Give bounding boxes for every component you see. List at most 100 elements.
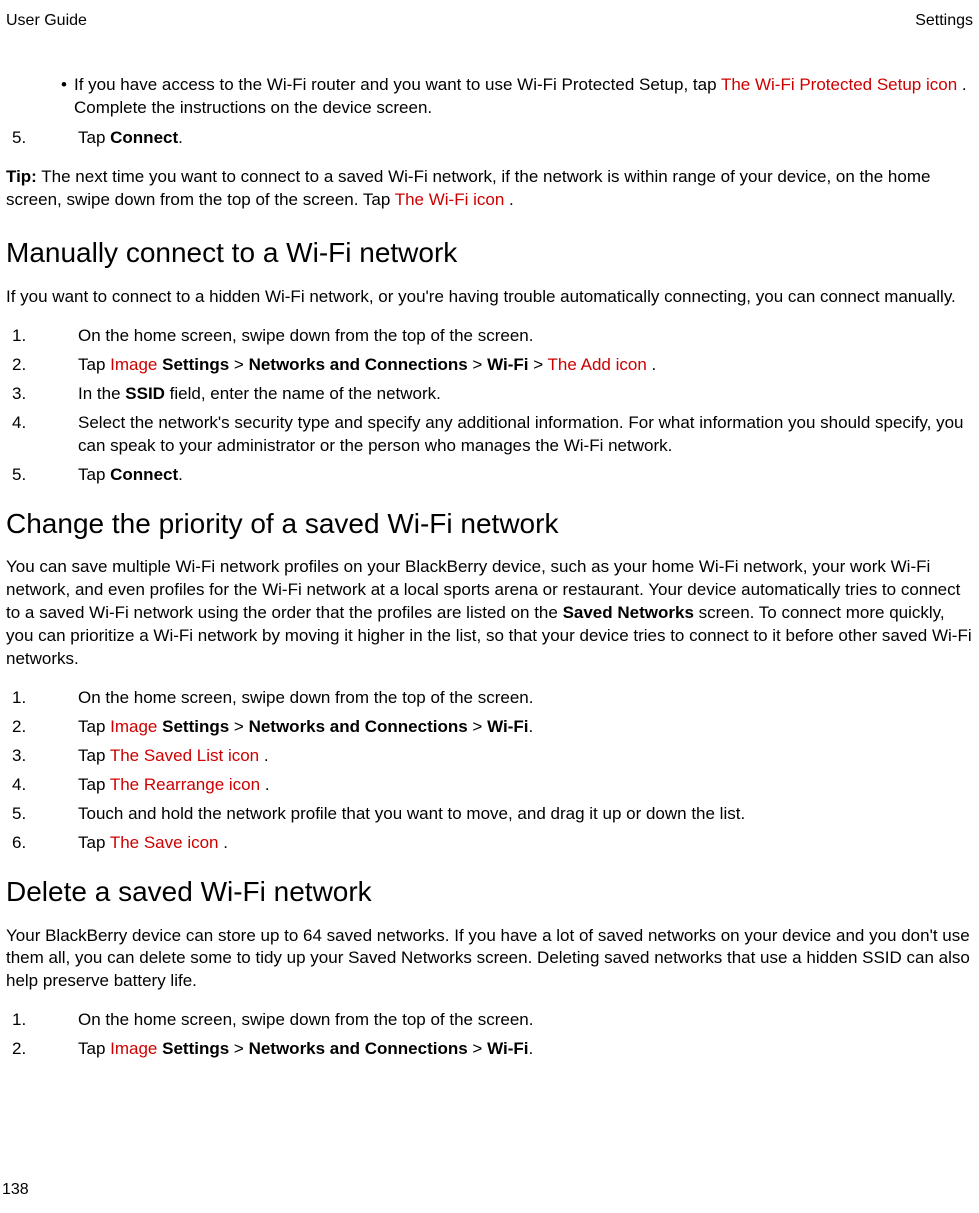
- separator: >: [468, 1039, 487, 1058]
- page-content: If you have access to the Wi-Fi router a…: [6, 74, 973, 1062]
- step-text-pre: Tap: [78, 128, 110, 147]
- separator: >: [229, 717, 248, 736]
- separator: >: [468, 717, 487, 736]
- step-text-pre: Tap: [78, 833, 110, 852]
- manual-steps: 1. On the home screen, swipe down from t…: [6, 325, 973, 487]
- separator: >: [229, 355, 248, 374]
- step-text: On the home screen, swipe down from the …: [78, 688, 533, 707]
- priority-intro: You can save multiple Wi-Fi network prof…: [6, 556, 973, 671]
- step-number: 2.: [12, 1038, 42, 1061]
- rearrange-icon: The Rearrange icon: [110, 775, 265, 794]
- step-text-post: .: [652, 355, 657, 374]
- manual-step-1: 1. On the home screen, swipe down from t…: [6, 325, 973, 348]
- step-number: 3.: [12, 383, 42, 406]
- manual-step-2: 2. Tap Image Settings > Networks and Con…: [6, 354, 973, 377]
- save-icon: The Save icon: [110, 833, 223, 852]
- step-number: 1.: [12, 1009, 42, 1032]
- step-text-post: .: [223, 833, 228, 852]
- step-text: Select the network's security type and s…: [78, 413, 964, 455]
- step-number: 4.: [12, 412, 42, 435]
- wifi-protected-setup-icon: The Wi-Fi Protected Setup icon: [721, 75, 962, 94]
- header-right: Settings: [915, 10, 973, 32]
- step-number: 2.: [12, 354, 42, 377]
- step-number: 4.: [12, 774, 42, 797]
- delete-intro: Your BlackBerry device can store up to 6…: [6, 925, 973, 994]
- settings-label: Settings: [162, 1039, 229, 1058]
- step-text-post: field, enter the name of the network.: [165, 384, 441, 403]
- wifi-label: Wi-Fi: [487, 717, 528, 736]
- settings-label: Settings: [162, 717, 229, 736]
- delete-heading: Delete a saved Wi-Fi network: [6, 873, 973, 911]
- tip-label: Tip:: [6, 167, 37, 186]
- step-text: On the home screen, swipe down from the …: [78, 326, 533, 345]
- saved-list-icon: The Saved List icon: [110, 746, 264, 765]
- step-text-post: .: [178, 128, 183, 147]
- header-left: User Guide: [6, 10, 87, 32]
- saved-networks-label: Saved Networks: [563, 603, 694, 622]
- priority-step-6: 6. Tap The Save icon .: [6, 832, 973, 855]
- step-text-pre: Tap: [78, 355, 110, 374]
- step-text-pre: Tap: [78, 465, 110, 484]
- step-number: 5.: [12, 803, 42, 826]
- step-text-pre: Tap: [78, 746, 110, 765]
- priority-step-3: 3. Tap The Saved List icon .: [6, 745, 973, 768]
- manual-heading: Manually connect to a Wi-Fi network: [6, 234, 973, 272]
- page-number: 138: [2, 1179, 29, 1201]
- connect-label: Connect: [110, 128, 178, 147]
- manual-step-4: 4. Select the network's security type an…: [6, 412, 973, 458]
- manual-intro: If you want to connect to a hidden Wi-Fi…: [6, 286, 973, 309]
- step-text: Touch and hold the network profile that …: [78, 804, 745, 823]
- delete-step-2: 2. Tap Image Settings > Networks and Con…: [6, 1038, 973, 1061]
- delete-steps: 1. On the home screen, swipe down from t…: [6, 1009, 973, 1061]
- ssid-label: SSID: [125, 384, 165, 403]
- wifi-label: Wi-Fi: [487, 355, 528, 374]
- step-text-post: .: [528, 717, 533, 736]
- manual-step-3: 3. In the SSID field, enter the name of …: [6, 383, 973, 406]
- separator: >: [468, 355, 487, 374]
- step-text-pre: In the: [78, 384, 125, 403]
- add-icon: The Add icon: [548, 355, 652, 374]
- step-text-post: .: [264, 746, 269, 765]
- step-text-post: .: [528, 1039, 533, 1058]
- priority-step-4: 4. Tap The Rearrange icon .: [6, 774, 973, 797]
- top-steps: 5. Tap Connect.: [6, 127, 973, 150]
- step-text-pre: Tap: [78, 1039, 110, 1058]
- step-text: On the home screen, swipe down from the …: [78, 1010, 533, 1029]
- priority-step-2: 2. Tap Image Settings > Networks and Con…: [6, 716, 973, 739]
- step-text-pre: Tap: [78, 775, 110, 794]
- settings-image-icon: Image: [110, 355, 162, 374]
- step-number: 6.: [12, 832, 42, 855]
- networks-label: Networks and Connections: [249, 355, 468, 374]
- priority-step-5: 5. Touch and hold the network profile th…: [6, 803, 973, 826]
- settings-image-icon: Image: [110, 717, 162, 736]
- tip-text-post: .: [509, 190, 514, 209]
- manual-step-5: 5. Tap Connect.: [6, 464, 973, 487]
- priority-step-1: 1. On the home screen, swipe down from t…: [6, 687, 973, 710]
- wifi-label: Wi-Fi: [487, 1039, 528, 1058]
- step-text-pre: Tap: [78, 717, 110, 736]
- wps-bullet: If you have access to the Wi-Fi router a…: [6, 74, 973, 120]
- wifi-icon: The Wi-Fi icon: [395, 190, 509, 209]
- settings-label: Settings: [162, 355, 229, 374]
- step-number: 1.: [12, 687, 42, 710]
- step-number: 1.: [12, 325, 42, 348]
- connect-label: Connect: [110, 465, 178, 484]
- step-number: 5.: [12, 464, 42, 487]
- separator: >: [229, 1039, 248, 1058]
- step-number: 2.: [12, 716, 42, 739]
- priority-heading: Change the priority of a saved Wi-Fi net…: [6, 505, 973, 543]
- wps-bullet-text-pre: If you have access to the Wi-Fi router a…: [74, 75, 721, 94]
- separator: >: [528, 355, 547, 374]
- settings-image-icon: Image: [110, 1039, 162, 1058]
- step-text-post: .: [178, 465, 183, 484]
- step-text-post: .: [265, 775, 270, 794]
- step-number: 5.: [12, 127, 42, 150]
- networks-label: Networks and Connections: [249, 1039, 468, 1058]
- tip-paragraph: Tip: The next time you want to connect t…: [6, 166, 973, 212]
- top-step-5: 5. Tap Connect.: [6, 127, 973, 150]
- networks-label: Networks and Connections: [249, 717, 468, 736]
- page-header: User Guide Settings: [6, 10, 973, 32]
- priority-steps: 1. On the home screen, swipe down from t…: [6, 687, 973, 855]
- delete-step-1: 1. On the home screen, swipe down from t…: [6, 1009, 973, 1032]
- step-number: 3.: [12, 745, 42, 768]
